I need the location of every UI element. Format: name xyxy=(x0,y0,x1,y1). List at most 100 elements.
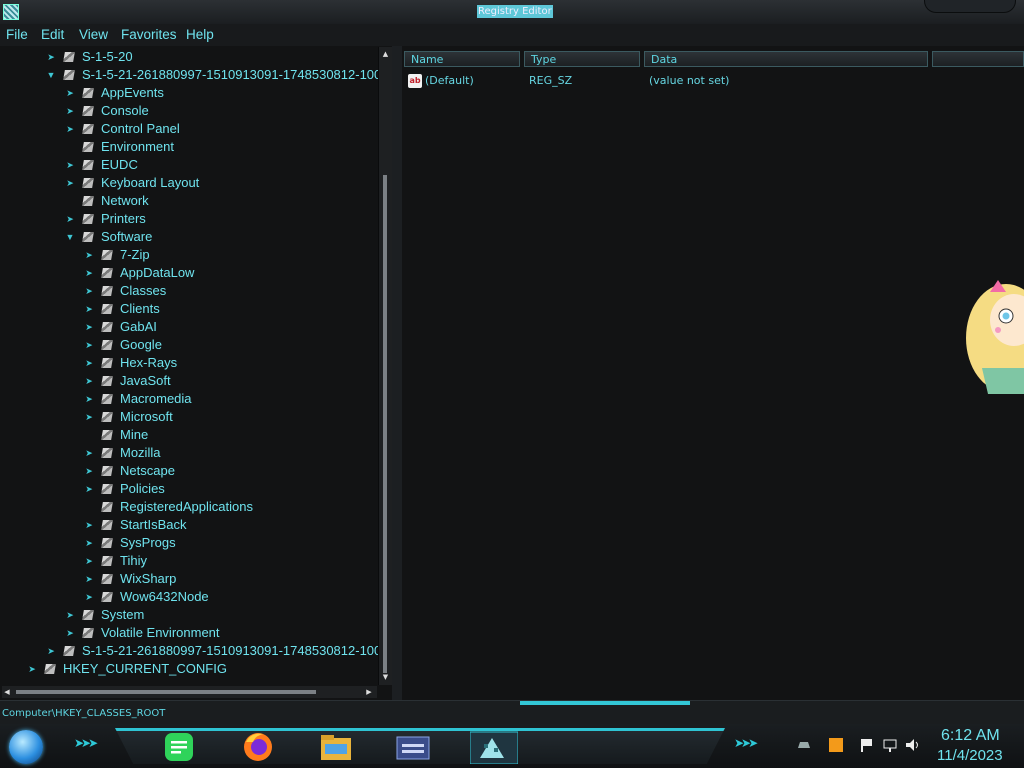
tree-horizontal-scrollbar[interactable]: ◀ ▶ xyxy=(2,686,377,698)
tree-item[interactable]: ➤ SysProgs xyxy=(84,534,374,552)
scroll-left-icon[interactable]: ◀ xyxy=(2,686,12,698)
expand-icon[interactable]: ➤ xyxy=(84,516,94,534)
expand-icon[interactable]: ➤ xyxy=(84,480,94,498)
scroll-up-icon[interactable]: ▲ xyxy=(381,50,390,59)
tree-item[interactable]: ➤ Macromedia xyxy=(84,390,374,408)
expand-icon[interactable]: ➤ xyxy=(65,156,75,174)
collapse-icon[interactable]: ▼ xyxy=(65,228,75,246)
window-switcher-icon[interactable] xyxy=(396,730,430,764)
expand-icon[interactable]: ➤ xyxy=(84,282,94,300)
expand-icon[interactable]: ➤ xyxy=(84,534,94,552)
value-name[interactable]: (Default) xyxy=(425,74,474,88)
expand-icon[interactable]: ➤ xyxy=(84,462,94,480)
show-hidden-icons-icon[interactable] xyxy=(796,738,812,752)
expand-icon[interactable]: ➤ xyxy=(46,48,56,66)
menu-help[interactable]: Help xyxy=(186,27,214,42)
expand-icon[interactable]: ➤ xyxy=(84,246,94,264)
menu-edit[interactable]: Edit xyxy=(41,27,64,42)
tree-item[interactable]: ➤ Wow6432Node xyxy=(84,588,374,606)
tree-item[interactable]: Mine xyxy=(84,426,374,444)
expand-icon[interactable]: ➤ xyxy=(84,336,94,354)
start-button[interactable] xyxy=(9,730,43,764)
expand-icon[interactable]: ➤ xyxy=(84,570,94,588)
tree-item[interactable]: ➤ Tihiy xyxy=(84,552,374,570)
expand-icon[interactable]: ➤ xyxy=(46,642,56,660)
tree-item[interactable]: ➤ Google xyxy=(84,336,374,354)
tree-item[interactable]: RegisteredApplications xyxy=(84,498,374,516)
expand-icon[interactable]: ➤ xyxy=(84,588,94,606)
action-center-flag-icon[interactable] xyxy=(858,738,874,752)
tree-vertical-scrollbar[interactable]: ▲ ▼ xyxy=(378,47,392,685)
expand-icon[interactable]: ➤ xyxy=(27,660,37,678)
tree-item[interactable]: ➤ Volatile Environment xyxy=(65,624,365,642)
title-bar[interactable]: Registry Editor xyxy=(0,0,1024,25)
tree-item[interactable]: ➤ Printers xyxy=(65,210,365,228)
scroll-right-icon[interactable]: ▶ xyxy=(364,686,374,698)
tree-item[interactable]: ➤ Control Panel xyxy=(65,120,365,138)
scroll-thumb[interactable] xyxy=(16,690,316,694)
column-header-blank[interactable] xyxy=(932,51,1024,67)
registry-tree[interactable]: ➤ S-1-5-20 ▼ S-1-5-21-261880997-1510913091… xyxy=(0,46,392,700)
expand-icon[interactable]: ➤ xyxy=(65,174,75,192)
expand-icon[interactable]: ➤ xyxy=(84,408,94,426)
expand-icon[interactable]: ➤ xyxy=(84,390,94,408)
tree-item[interactable]: ▼ S-1-5-21-261880997-1510913091-174853081… xyxy=(46,66,389,84)
tree-item[interactable]: ➤ HKEY_CURRENT_CONFIG xyxy=(27,660,367,678)
tree-item[interactable]: ➤ Netscape xyxy=(84,462,374,480)
tree-item[interactable]: ➤ StartIsBack xyxy=(84,516,374,534)
expand-icon[interactable]: ➤ xyxy=(84,354,94,372)
expand-icon[interactable]: ➤ xyxy=(84,552,94,570)
tree-item[interactable]: ➤ Hex-Rays xyxy=(84,354,374,372)
clock-date[interactable]: 11/4/2023 xyxy=(937,747,1003,764)
clock-time[interactable]: 6:12 AM xyxy=(941,727,1000,745)
tree-item[interactable]: ➤ Microsoft xyxy=(84,408,374,426)
scroll-thumb[interactable] xyxy=(383,175,387,673)
expand-icon[interactable]: ➤ xyxy=(84,300,94,318)
column-header-type[interactable]: Type xyxy=(524,51,640,67)
column-header-name[interactable]: Name xyxy=(404,51,520,67)
tree-item[interactable]: ➤ AppDataLow xyxy=(84,264,374,282)
expand-icon[interactable]: ➤ xyxy=(84,264,94,282)
firefox-icon[interactable] xyxy=(241,730,275,764)
tree-item[interactable]: ➤ GabAI xyxy=(84,318,374,336)
expand-icon[interactable]: ➤ xyxy=(84,372,94,390)
file-explorer-icon[interactable] xyxy=(319,730,353,764)
menu-file[interactable]: File xyxy=(6,27,28,42)
registry-editor-taskbar-icon[interactable] xyxy=(470,730,518,764)
expand-icon[interactable]: ➤ xyxy=(65,624,75,642)
tree-item[interactable]: ➤ Classes xyxy=(84,282,374,300)
expand-icon[interactable]: ➤ xyxy=(65,102,75,120)
notes-app-icon[interactable] xyxy=(162,730,196,764)
pane-splitter[interactable] xyxy=(392,46,402,700)
collapse-icon[interactable]: ▼ xyxy=(46,66,56,84)
tree-item[interactable]: Network xyxy=(65,192,365,210)
tree-item[interactable]: ➤ AppEvents xyxy=(65,84,365,102)
tree-item[interactable]: ➤ S-1-5-20 xyxy=(46,48,376,66)
network-icon[interactable] xyxy=(882,738,898,752)
tree-item[interactable]: ➤ JavaSoft xyxy=(84,372,374,390)
expand-icon[interactable]: ➤ xyxy=(84,318,94,336)
expand-icon[interactable]: ➤ xyxy=(65,606,75,624)
tree-item[interactable]: ➤ System xyxy=(65,606,365,624)
tree-item[interactable]: ➤ EUDC xyxy=(65,156,365,174)
expand-icon[interactable]: ➤ xyxy=(65,84,75,102)
sublime-text-tray-icon[interactable] xyxy=(828,738,844,752)
expand-icon[interactable]: ➤ xyxy=(65,210,75,228)
values-list[interactable]: Name Type Data ab (Default) REG_SZ (valu… xyxy=(402,46,1024,700)
column-header-data[interactable]: Data xyxy=(644,51,928,67)
tree-item[interactable]: Environment xyxy=(65,138,365,156)
tree-item[interactable]: ➤ Console xyxy=(65,102,365,120)
tree-item[interactable]: ➤ S-1-5-21-261880997-1510913091-174853081… xyxy=(46,642,388,660)
tree-item[interactable]: ➤ WixSharp xyxy=(84,570,374,588)
scroll-down-icon[interactable]: ▼ xyxy=(381,673,390,682)
tree-item[interactable]: ➤ Policies xyxy=(84,480,374,498)
menu-favorites[interactable]: Favorites xyxy=(121,27,177,42)
tree-item[interactable]: ➤ 7-Zip xyxy=(84,246,374,264)
menu-view[interactable]: View xyxy=(79,27,108,42)
expand-icon[interactable]: ➤ xyxy=(65,120,75,138)
tree-item[interactable]: ▼ Software xyxy=(65,228,365,246)
expand-icon[interactable]: ➤ xyxy=(84,444,94,462)
volume-icon[interactable] xyxy=(905,738,921,752)
tree-item[interactable]: ➤ Mozilla xyxy=(84,444,374,462)
tree-item[interactable]: ➤ Keyboard Layout xyxy=(65,174,365,192)
